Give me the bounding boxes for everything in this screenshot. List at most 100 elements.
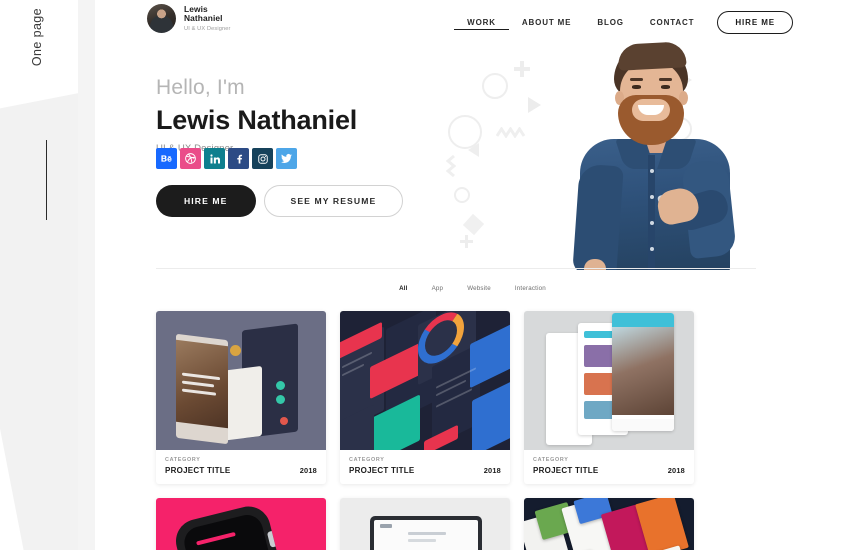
brand-block[interactable]: Lewis Nathaniel UI & UX Designer (147, 4, 231, 33)
portfolio-card[interactable]: CATEGORY PROJECT TITLE 2018 (156, 311, 326, 484)
zigzag-shape (495, 125, 526, 143)
section-divider (156, 268, 756, 269)
project-thumbnail-dashboard-isometric-dark (340, 311, 510, 450)
see-my-resume-button[interactable]: SEE MY RESUME (263, 185, 404, 217)
thumb-accent-dot (230, 345, 241, 356)
avatar (147, 4, 176, 33)
card-meta: CATEGORY PROJECT TITLE 2018 (524, 450, 694, 484)
card-title: PROJECT TITLE (349, 466, 415, 475)
filter-interaction[interactable]: Interaction (511, 283, 550, 294)
hero-cta-row: HIRE ME SEE MY RESUME (156, 185, 404, 217)
hire-me-button[interactable]: HIRE ME (156, 185, 256, 217)
thumb-laptop (370, 516, 482, 550)
instagram-icon[interactable] (252, 148, 273, 169)
twitter-icon[interactable] (276, 148, 297, 169)
portfolio-filters: All App Website Interaction (95, 283, 850, 294)
thumb-cell (408, 532, 446, 535)
triangle-shape (468, 143, 479, 157)
behance-icon[interactable] (156, 148, 177, 169)
cross-shape (514, 61, 530, 77)
card-title: PROJECT TITLE (533, 466, 599, 475)
person-eyebrow-right (659, 78, 672, 81)
filter-website[interactable]: Website (463, 283, 495, 294)
thumb-accent-dot (276, 395, 285, 404)
shirt-button (649, 169, 654, 173)
person-arm-left (572, 163, 624, 270)
thumb-screen-front (176, 333, 228, 445)
triangle-shape (528, 97, 541, 113)
thumb-cell (380, 524, 392, 528)
thumb-watch-screen (181, 511, 279, 550)
project-thumbnail-laptop-website-gray (340, 498, 510, 550)
portfolio-page: One page Lewis Nathaniel UI & UX Designe… (0, 0, 850, 550)
dribbble-icon[interactable] (180, 148, 201, 169)
thumb-panel (470, 321, 510, 389)
thumb-toolbar (612, 419, 674, 431)
portfolio-card[interactable]: CATEGORY PROJECT TITLE 2018 (524, 311, 694, 484)
main-canvas: Lewis Nathaniel UI & UX Designer WORK AB… (95, 0, 850, 550)
thumb-smartwatch (171, 501, 289, 550)
brand-name-line2: Nathaniel (184, 13, 223, 24)
social-links (156, 148, 297, 169)
thumb-accent-dot (276, 381, 285, 390)
card-category: CATEGORY (349, 457, 385, 463)
circle-shape (454, 187, 470, 203)
nav-item-work[interactable]: WORK (454, 15, 509, 30)
project-thumbnail-smartwatch-pink (156, 498, 326, 550)
person-eye-right (661, 85, 670, 89)
person-hair-top (617, 41, 687, 71)
shirt-button (649, 247, 654, 251)
thumb-watch-crown (266, 530, 279, 548)
thumb-accent-dot (280, 417, 288, 425)
site-header: Lewis Nathaniel UI & UX Designer WORK AB… (95, 0, 850, 40)
card-category: CATEGORY (533, 457, 569, 463)
brand-role: UI & UX Designer (184, 25, 231, 32)
card-category: CATEGORY (165, 457, 201, 463)
thumb-screen-front (612, 313, 674, 431)
thumb-watch-label (196, 531, 236, 546)
portfolio-card[interactable]: CATEGORY PROJECT TITLE 2018 (156, 498, 326, 550)
hero-section: Hello, I'm Lewis Nathaniel UI & UX Desig… (95, 40, 850, 270)
rail-vertical-band (78, 0, 95, 550)
filter-app[interactable]: App (428, 283, 448, 294)
thumb-laptop-screen (374, 520, 478, 550)
main-navigation: WORK ABOUT ME BLOG CONTACT HIRE ME (454, 11, 793, 34)
hero-person-illustration (558, 41, 758, 270)
hero-photo (440, 35, 850, 270)
rail-divider-line (46, 140, 47, 220)
brand-text: Lewis Nathaniel UI & UX Designer (184, 4, 231, 32)
project-thumbnail-mobile-app-light (524, 311, 694, 450)
facebook-icon[interactable] (228, 148, 249, 169)
thumb-photo (612, 327, 674, 415)
filter-all[interactable]: All (395, 283, 412, 294)
square-shape (462, 213, 485, 236)
nav-item-about-me[interactable]: ABOUT ME (509, 15, 584, 30)
card-title-row: PROJECT TITLE 2018 (533, 466, 685, 475)
shirt-button (649, 195, 654, 199)
zigzag-shape (445, 154, 457, 186)
card-meta: CATEGORY PROJECT TITLE 2018 (156, 450, 326, 484)
thumb-cell (408, 539, 436, 542)
card-meta: CATEGORY PROJECT TITLE 2018 (340, 450, 510, 484)
portfolio-card[interactable]: CATEGORY PROJECT TITLE 2018 (340, 498, 510, 550)
card-title-row: PROJECT TITLE 2018 (349, 466, 501, 475)
cross-shape (460, 235, 473, 248)
nav-item-blog[interactable]: BLOG (584, 15, 637, 30)
portfolio-card[interactable]: CATEGORY PROJECT TITLE 2018 (340, 311, 510, 484)
header-hire-me-button[interactable]: HIRE ME (717, 11, 793, 34)
one-page-label: One page (30, 8, 44, 67)
linkedin-icon[interactable] (204, 148, 225, 169)
circle-shape (482, 73, 508, 99)
card-year: 2018 (483, 466, 501, 475)
project-thumbnail-app-screens-purple (156, 311, 326, 450)
portfolio-grid: CATEGORY PROJECT TITLE 2018 CATEGORY PRO… (156, 311, 788, 550)
left-rail: One page (0, 0, 95, 550)
person-eye-left (632, 85, 641, 89)
person-eyebrow-left (630, 78, 643, 81)
card-year: 2018 (299, 466, 317, 475)
nav-item-contact[interactable]: CONTACT (637, 15, 707, 30)
card-title-row: PROJECT TITLE 2018 (165, 466, 317, 475)
portfolio-card[interactable]: CATEGORY PROJECT TITLE 2018 (524, 498, 694, 550)
card-year: 2018 (667, 466, 685, 475)
project-thumbnail-websites-collage-navy (524, 498, 694, 550)
